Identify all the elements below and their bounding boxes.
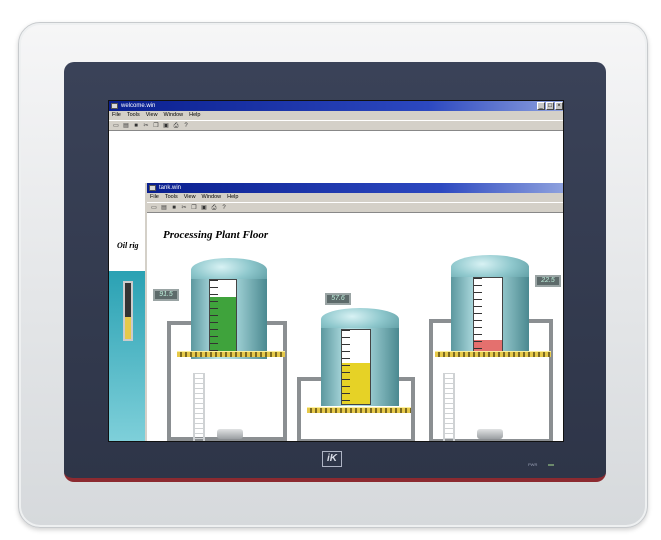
oil-rig-caption: Oil rig [117, 241, 139, 250]
new-file-icon[interactable]: ▭ [150, 204, 158, 212]
menu-file[interactable]: File [112, 111, 121, 120]
tank-left-gauge [209, 279, 237, 357]
cut-icon[interactable]: ✂ [180, 204, 188, 212]
app-icon [149, 185, 156, 191]
window-welcome-toolbar: ▭ ▤ ■ ✂ ❐ ▣ ⎙ ? [109, 120, 563, 131]
plant-floor-heading: Processing Plant Floor [163, 229, 269, 241]
oil-rig-gauge [123, 281, 133, 341]
save-icon[interactable]: ■ [132, 122, 140, 130]
tank-center-gauge [341, 329, 371, 405]
tank-left-readout: 91.5 [153, 289, 179, 301]
window-tank-menubar: File Tools View Window Help [147, 193, 563, 202]
window-tank[interactable]: tank.win File Tools View Window Help ▭ ▤… [145, 183, 563, 441]
tank-left-catwalk [177, 351, 285, 357]
open-folder-icon[interactable]: ▤ [122, 122, 130, 130]
tank-left-ladder [193, 373, 205, 441]
tank-right-gauge [473, 277, 503, 355]
paste-icon[interactable]: ▣ [162, 122, 170, 130]
menu-view[interactable]: View [146, 111, 158, 120]
power-indicator-label: PWR [528, 462, 538, 467]
brand-logo: iK [322, 451, 342, 467]
window-tank-titlebar[interactable]: tank.win [147, 183, 563, 193]
window-welcome-titlebar[interactable]: welcome.win _ □ × [109, 101, 563, 111]
help-icon[interactable]: ? [220, 204, 228, 212]
copy-icon[interactable]: ❐ [152, 122, 160, 130]
menu-help[interactable]: Help [189, 111, 200, 120]
tank-right-ladder [443, 373, 455, 441]
cut-icon[interactable]: ✂ [142, 122, 150, 130]
open-folder-icon[interactable]: ▤ [160, 204, 168, 212]
print-icon[interactable]: ⎙ [172, 122, 180, 130]
menu-tools[interactable]: Tools [165, 193, 178, 202]
power-led-icon [548, 464, 554, 466]
menu-tools[interactable]: Tools [127, 111, 140, 120]
tank-center-readout: 57.6 [325, 293, 351, 305]
tank-right-readout: 22.5 [535, 275, 561, 287]
new-file-icon[interactable]: ▭ [112, 122, 120, 130]
menu-help[interactable]: Help [227, 193, 238, 202]
screen: welcome.win _ □ × File Tools View Window… [108, 100, 564, 442]
menu-window[interactable]: Window [164, 111, 184, 120]
minimize-button[interactable]: _ [537, 102, 545, 110]
paste-icon[interactable]: ▣ [200, 204, 208, 212]
save-icon[interactable]: ■ [170, 204, 178, 212]
menu-view[interactable]: View [184, 193, 196, 202]
app-icon [111, 103, 118, 109]
window-welcome-menubar: File Tools View Window Help [109, 111, 563, 120]
menu-file[interactable]: File [150, 193, 159, 202]
close-button[interactable]: × [555, 102, 563, 110]
valve-left-icon [217, 429, 243, 439]
tank-right-catwalk [435, 351, 551, 357]
valve-right-icon [477, 429, 503, 439]
maximize-button[interactable]: □ [546, 102, 554, 110]
window-welcome-title: welcome.win [121, 103, 156, 109]
menu-window[interactable]: Window [202, 193, 222, 202]
print-icon[interactable]: ⎙ [210, 204, 218, 212]
window-tank-title: tank.win [159, 185, 182, 191]
tank-center-catwalk [307, 407, 411, 413]
window-tank-toolbar: ▭ ▤ ■ ✂ ❐ ▣ ⎙ ? [147, 202, 563, 213]
help-icon[interactable]: ? [182, 122, 190, 130]
copy-icon[interactable]: ❐ [190, 204, 198, 212]
